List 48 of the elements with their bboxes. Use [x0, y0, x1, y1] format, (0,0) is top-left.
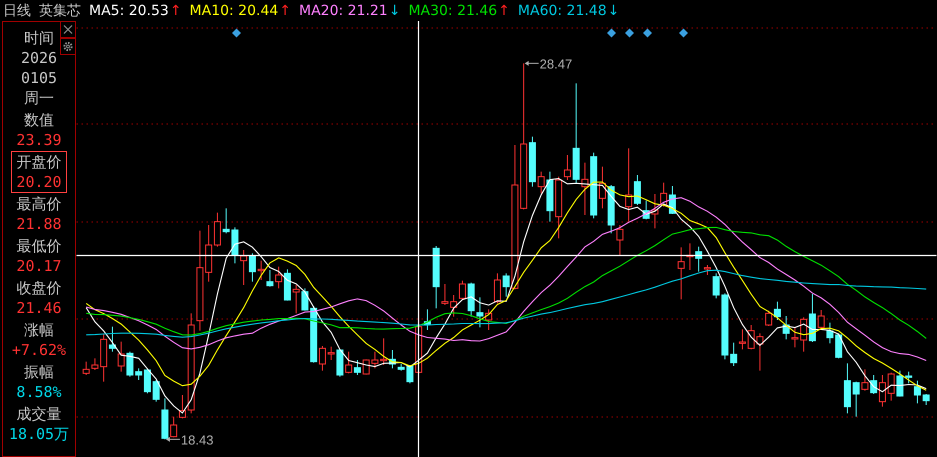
field-label: 涨幅	[24, 320, 54, 340]
diamond-marker	[232, 28, 241, 38]
moving-average-value: MA60: 21.48	[518, 2, 607, 18]
trend-arrow: ↓	[608, 2, 620, 18]
diamond-marker	[625, 28, 634, 38]
candlestick	[494, 272, 501, 304]
field-value: 21.46	[16, 298, 62, 318]
settings-icon[interactable]	[60, 38, 76, 55]
trend-arrow: ↑	[279, 2, 291, 18]
field-label: 时间	[24, 28, 54, 48]
field-value: 周一	[24, 88, 54, 108]
moving-average-value: MA30: 21.46	[408, 2, 498, 18]
field-label: 最低价	[16, 236, 62, 256]
field-label: 数值	[24, 110, 54, 130]
price-label: 28.47	[540, 56, 572, 72]
field-value: 20.17	[16, 256, 62, 276]
field-value: 20.20	[16, 172, 62, 192]
field-value: 18.05万	[8, 424, 70, 444]
moving-average-value: MA5: 20.53	[89, 2, 169, 18]
stock-name: 英集芯	[39, 2, 81, 20]
chart-period: 日线	[3, 2, 31, 20]
price-label: 18.43	[180, 432, 214, 448]
field-label: 收盘价	[16, 278, 62, 298]
trend-arrow: ↓	[388, 2, 400, 18]
close-icon[interactable]	[60, 21, 76, 38]
field-label: 最高价	[16, 194, 62, 214]
candlestick	[485, 308, 492, 330]
field-value: 23.39	[16, 130, 62, 150]
pointer-arrow	[166, 436, 180, 442]
field-value: 2026	[20, 48, 58, 68]
diamond-marker	[643, 28, 652, 38]
field-label: 开盘价	[16, 152, 62, 172]
moving-average-value: MA10: 20.44	[190, 2, 278, 18]
trend-arrow: ↑	[170, 2, 182, 18]
field-value: +7.62%	[12, 340, 66, 360]
candlestick	[844, 362, 851, 414]
field-value: 0105	[20, 68, 58, 88]
candlestick	[835, 332, 842, 359]
field-value: 21.88	[16, 214, 62, 234]
pointer-arrow	[524, 60, 540, 66]
moving-average-value: MA20: 21.21	[299, 2, 388, 18]
field-label: 成交量	[16, 404, 62, 424]
trend-arrow: ↑	[498, 2, 510, 18]
diamond-marker	[607, 28, 616, 38]
field-value: 8.58%	[16, 382, 62, 402]
candlestick	[922, 394, 930, 406]
field-label: 振幅	[24, 362, 54, 382]
diamond-marker	[679, 28, 688, 38]
